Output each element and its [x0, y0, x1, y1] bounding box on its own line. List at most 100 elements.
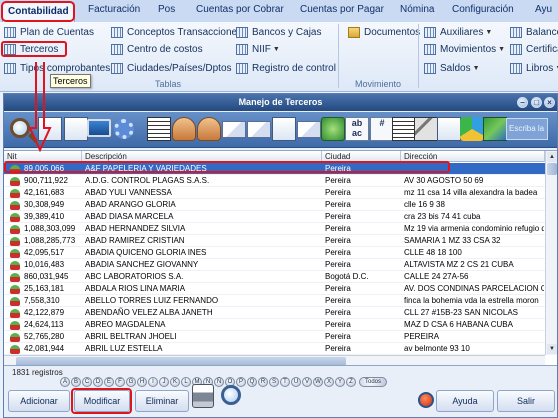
horizontal-scroll-thumb[interactable] [16, 357, 346, 365]
spellcheck-icon[interactable]: ab ac [345, 117, 369, 141]
table-row[interactable]: 42,081,944 ABRIL LUZ ESTELLA Pereira av bel… [4, 343, 545, 355]
table-row[interactable]: 1,088,285,773 ABAD RAMIREZ CRISTIAN Pereir… [4, 235, 545, 247]
letter-filter-p[interactable]: P [236, 377, 246, 387]
maximize-icon[interactable]: □ [531, 97, 542, 108]
table-row[interactable]: 10,016,483 ABADIA SANCHEZ GIOVANNY Pereira… [4, 259, 545, 271]
contacts-icon[interactable] [197, 117, 221, 141]
close-icon[interactable]: × [544, 97, 555, 108]
cell-ciudad: Bogotá D.C. [325, 272, 369, 281]
letter-filter-u[interactable]: U [291, 377, 301, 387]
niif-dropdown[interactable]: NIIF ▼ [236, 42, 280, 57]
letter-filter-b[interactable]: B [71, 377, 81, 387]
plan-de-cuentas-button[interactable]: Plan de Cuentas [4, 25, 94, 40]
letter-filter-l[interactable]: L [181, 377, 191, 387]
letter-filter-s[interactable]: S [269, 377, 279, 387]
zoom-icon[interactable] [221, 385, 241, 405]
table-row[interactable]: 24,624,113 ABREO MAGDALENA Pereira MAZ D CS… [4, 319, 545, 331]
letter-filter-h[interactable]: H [137, 377, 147, 387]
table-row[interactable]: 25,163,181 ABDALA RIOS LINA MARIA Pereira A… [4, 283, 545, 295]
tab-pos[interactable]: Pos [158, 4, 175, 22]
letter-filter-j[interactable]: J [159, 377, 169, 387]
letter-filter-k[interactable]: K [170, 377, 180, 387]
letter-filter-ñ[interactable]: Ñ [214, 377, 224, 387]
letter-filter-x[interactable]: X [324, 377, 334, 387]
letter-filter-t[interactable]: T [280, 377, 290, 387]
table-row[interactable]: 39,389,410 ABAD DIASA MARCELA Pereira cra 2… [4, 211, 545, 223]
scroll-down-icon[interactable]: ▼ [547, 344, 557, 354]
certifica-button[interactable]: Certifica [510, 42, 558, 57]
letter-filter-todos[interactable]: Todos [359, 377, 387, 387]
dialog-titlebar[interactable]: Manejo de Terceros – □ × [4, 94, 557, 111]
cubes-icon[interactable] [460, 117, 484, 141]
centro-de-costos-button[interactable]: Centro de costos [111, 42, 203, 57]
auxiliares-dropdown[interactable]: Auxiliares ▼ [424, 25, 492, 40]
tab-facturaci-n[interactable]: Facturación [88, 4, 140, 22]
eliminar-button[interactable]: Eliminar [135, 390, 189, 412]
map-icon[interactable] [483, 117, 507, 141]
letter-filter-v[interactable]: V [302, 377, 312, 387]
table-row[interactable]: 900,711,922 A.D.G. CONTROL PLAGAS S.A.S. P… [4, 175, 545, 187]
letter-filter-d[interactable]: D [93, 377, 103, 387]
table-row[interactable]: 1,088,303,099 ABAD HERNANDEZ SILVIA Pereir… [4, 223, 545, 235]
gear-icon[interactable] [114, 119, 134, 139]
documents-icon[interactable] [272, 117, 296, 141]
tab-n-mina[interactable]: Nómina [400, 4, 434, 22]
bancos-y-cajas-button[interactable]: Bancos y Cajas [236, 25, 321, 40]
documentos-button[interactable]: Documentos [348, 25, 420, 40]
letter-filter-z[interactable]: Z [346, 377, 356, 387]
letter-filter-i[interactable]: I [148, 377, 158, 387]
number-format-icon[interactable]: # [370, 117, 394, 141]
letter-filter-e[interactable]: E [104, 377, 114, 387]
balance-button[interactable]: Balance [510, 25, 558, 40]
libros-dropdown[interactable]: Libros▼ [510, 61, 558, 76]
minimize-icon[interactable]: – [517, 97, 528, 108]
search-input[interactable]: Escriba la [506, 118, 548, 140]
tab-cuentas-por-pagar[interactable]: Cuentas por Pagar [300, 4, 384, 22]
saldos-dropdown[interactable]: Saldos ▼ [424, 61, 480, 76]
registro-de-control-button[interactable]: Registro de control [236, 61, 336, 76]
export-icon[interactable] [64, 117, 88, 141]
letter-filter-y[interactable]: Y [335, 377, 345, 387]
vertical-scrollbar[interactable]: ▲ ▼ [545, 151, 557, 355]
ciudades-paises-dptos-button[interactable]: Ciudades/Países/Dptos [111, 61, 232, 76]
tab-cuentas-por-cobrar[interactable]: Cuentas por Cobrar [196, 4, 284, 22]
printer-icon[interactable] [192, 384, 214, 408]
letter-filter-c[interactable]: C [82, 377, 92, 387]
table-row[interactable]: 52,765,280 ABRIL BELTRAN JHOELI Pereira PER… [4, 331, 545, 343]
refresh-icon[interactable] [321, 117, 345, 141]
table-row[interactable]: 7,558,310 ABELLO TORRES LUIZ FERNANDO Pere… [4, 295, 545, 307]
edit-document-icon[interactable] [392, 117, 416, 141]
mail-icon[interactable] [297, 121, 321, 138]
salir-button[interactable]: Salir [497, 390, 555, 412]
conceptos-transacciones-button[interactable]: Conceptos Transacciones [111, 25, 242, 40]
table-row[interactable]: 860,031,945 ABC LABORATORIOS S.A. Bogotá D… [4, 271, 545, 283]
letter-filter-w[interactable]: W [313, 377, 323, 387]
letter-filter-r[interactable]: R [258, 377, 268, 387]
table-row[interactable]: 30,308,949 ABAD ARANGO GLORIA Pereira clle … [4, 199, 545, 211]
vertical-scroll-thumb[interactable] [547, 163, 557, 175]
search-icon[interactable] [10, 118, 30, 138]
movimientos-dropdown[interactable]: Movimientos ▼ [424, 42, 505, 57]
report-icon[interactable] [147, 117, 171, 141]
card-icon[interactable] [247, 121, 271, 138]
person-icon[interactable] [172, 117, 196, 141]
tools-icon[interactable] [414, 117, 438, 141]
table-row[interactable]: 42,095,517 ABADIA QUICENO GLORIA INES Pere… [4, 247, 545, 259]
table-row[interactable]: 42,122,879 ABENDAÑO VELEZ ALBA JANETH Pere… [4, 307, 545, 319]
cell-descripcion: ABADIA QUICENO GLORIA INES [85, 248, 207, 257]
letter-filter-a[interactable]: A [60, 377, 70, 387]
tag-icon[interactable] [222, 121, 246, 138]
table-row[interactable]: 42,161,683 ABAD YULI VANNESSA Pereira mz 11… [4, 187, 545, 199]
adicionar-button[interactable]: Adicionar [8, 390, 70, 412]
letter-filter-q[interactable]: Q [247, 377, 257, 387]
horizontal-scrollbar[interactable] [4, 355, 545, 365]
monitor-icon[interactable] [87, 119, 111, 137]
tab-configuraci-n[interactable]: Configuración [452, 4, 514, 22]
ayuda-button[interactable]: Ayuda [436, 390, 494, 412]
letter-filter-g[interactable]: G [126, 377, 136, 387]
scroll-up-icon[interactable]: ▲ [547, 152, 557, 162]
filter-icon[interactable] [437, 117, 461, 141]
letter-filter-f[interactable]: F [115, 377, 125, 387]
tab-ayu[interactable]: Ayu [535, 4, 552, 22]
pin-icon[interactable] [418, 392, 434, 408]
